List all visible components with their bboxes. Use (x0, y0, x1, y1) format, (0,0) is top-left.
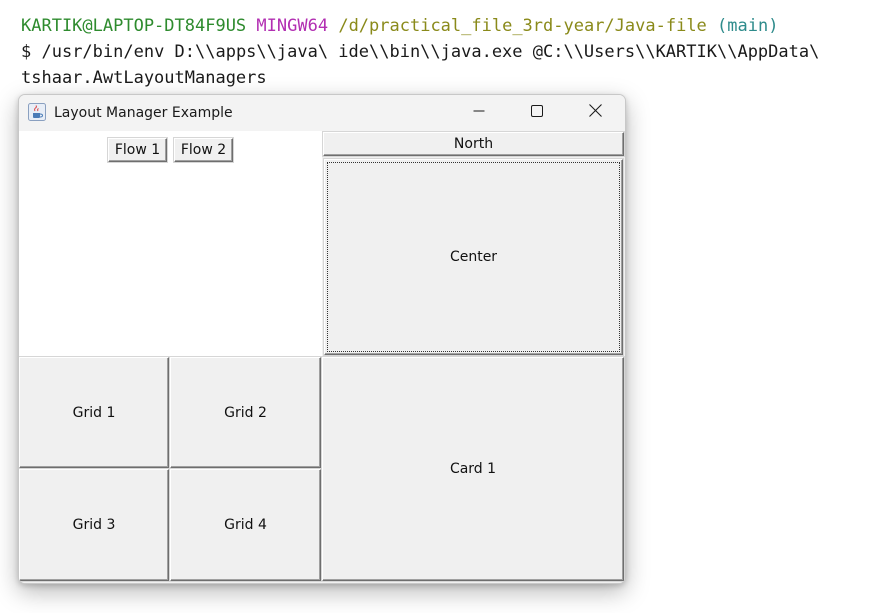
grid-2-button[interactable]: Grid 2 (170, 357, 321, 468)
minimize-icon (473, 104, 485, 122)
prompt-branch: (main) (717, 16, 779, 36)
card-layout-panel: Card 1 (322, 357, 625, 583)
terminal-command-continuation: tshaar.AwtLayoutManagers (21, 65, 267, 91)
terminal-command-line: $ /usr/bin/env D:\\apps\\java\ ide\\bin\… (21, 39, 819, 65)
command-text: /usr/bin/env D:\\apps\\java\ ide\\bin\\j… (31, 42, 820, 62)
layout-manager-window: Layout Manager Example Flow 1 Flow 2 Nor… (18, 94, 626, 584)
center-button[interactable]: Center (324, 159, 623, 355)
maximize-icon (531, 104, 543, 122)
window-title: Layout Manager Example (54, 105, 233, 121)
flow-2-button[interactable]: Flow 2 (174, 138, 233, 162)
border-layout-panel: North Center (322, 131, 625, 357)
minimize-button[interactable] (451, 95, 507, 131)
prompt-path: /d/practical_file_3rd-year/Java-file (338, 16, 707, 36)
grid-1-button[interactable]: Grid 1 (19, 357, 169, 468)
grid-3-button[interactable]: Grid 3 (19, 469, 169, 581)
prompt-system: MINGW64 (256, 16, 329, 36)
command-prefix: $ (21, 42, 32, 62)
maximize-button[interactable] (509, 95, 565, 131)
north-button[interactable]: North (323, 132, 624, 156)
close-icon (588, 104, 602, 122)
window-client-area: Flow 1 Flow 2 North Center Grid 1 Grid 2… (19, 131, 625, 583)
close-button[interactable] (567, 95, 623, 131)
prompt-user-host: KARTIK@LAPTOP-DT84F9US (21, 16, 247, 36)
terminal-prompt-line: KARTIK@LAPTOP-DT84F9US MINGW64 /d/practi… (21, 13, 778, 39)
command-continuation-text: tshaar.AwtLayoutManagers (21, 68, 267, 88)
grid-layout-panel: Grid 1 Grid 2 Grid 3 Grid 4 (19, 357, 322, 583)
flow-1-button[interactable]: Flow 1 (108, 138, 167, 162)
grid-4-button[interactable]: Grid 4 (170, 469, 321, 581)
card-1-button[interactable]: Card 1 (322, 357, 624, 581)
flow-layout-panel: Flow 1 Flow 2 (19, 131, 322, 357)
java-cup-icon[interactable] (28, 103, 46, 121)
window-titlebar[interactable]: Layout Manager Example (19, 95, 625, 131)
